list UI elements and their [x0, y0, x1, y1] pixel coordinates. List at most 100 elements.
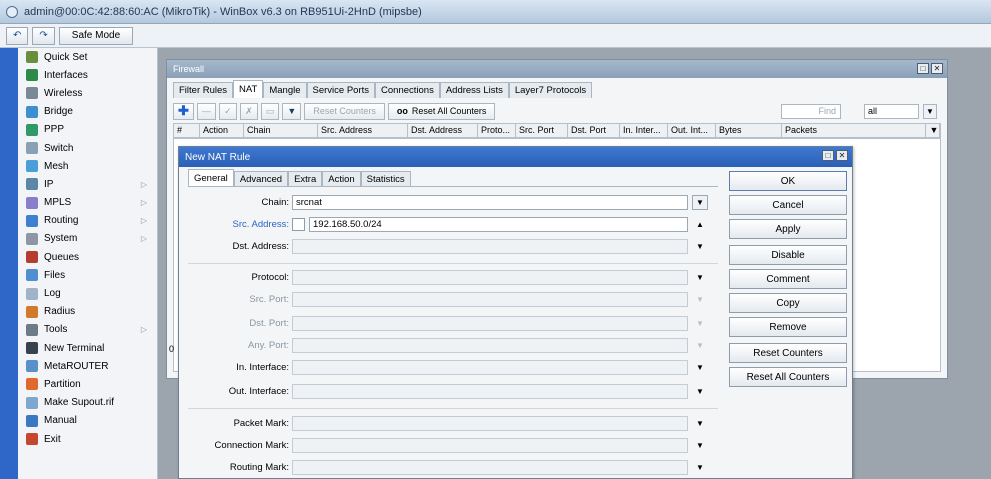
find-input[interactable]: Find — [781, 103, 841, 119]
reset-all-counters-button[interactable]: oo Reset All Counters — [387, 102, 496, 120]
tab-nat[interactable]: NAT — [233, 80, 264, 98]
column-header[interactable]: Proto... — [478, 124, 516, 137]
sidebar-item-ip[interactable]: IP ▷ — [18, 175, 157, 193]
nat-rule-title-bar[interactable]: New NAT Rule □ ✕ — [179, 147, 852, 167]
filter-button[interactable]: ▼ — [282, 102, 302, 120]
tab-layer7-protocols[interactable]: Layer7 Protocols — [508, 82, 593, 98]
tab-advanced[interactable]: Advanced — [233, 171, 289, 186]
src-address-label[interactable]: Src. Address: — [188, 217, 290, 233]
column-header[interactable]: # — [174, 124, 200, 137]
expand-down-icon[interactable]: ▼ — [692, 239, 708, 254]
sidebar-item-make-supout-rif[interactable]: Make Supout.rif — [18, 394, 157, 412]
copy-button[interactable]: Copy — [729, 293, 847, 313]
column-header[interactable]: Dst. Address — [408, 124, 478, 137]
tab-address-lists[interactable]: Address Lists — [439, 82, 509, 98]
sidebar-item-interfaces[interactable]: Interfaces — [18, 66, 157, 84]
expand-down-icon[interactable]: ▼ — [692, 460, 708, 475]
column-header[interactable]: Action — [200, 124, 244, 137]
close-icon[interactable]: ✕ — [836, 150, 848, 161]
sidebar-item-exit[interactable]: Exit — [18, 430, 157, 448]
column-header[interactable]: Chain — [244, 124, 318, 137]
firewall-title-bar[interactable]: Firewall □ ✕ — [167, 60, 947, 78]
sidebar-item-new-terminal[interactable]: New Terminal — [18, 339, 157, 357]
sidebar-item-metarouter[interactable]: MetaROUTER — [18, 357, 157, 375]
sidebar-item-switch[interactable]: Switch — [18, 139, 157, 157]
src-address-negate-checkbox[interactable] — [292, 218, 305, 231]
sidebar-item-mesh[interactable]: Mesh — [18, 157, 157, 175]
column-header[interactable]: Src. Port — [516, 124, 568, 137]
radius-icon — [26, 305, 38, 318]
cancel-button[interactable]: Cancel — [729, 195, 847, 215]
comment-rule-button[interactable]: ▭ — [260, 102, 280, 120]
filter-dropdown-icon[interactable]: ▼ — [923, 103, 937, 119]
sidebar-item-ppp[interactable]: PPP — [18, 121, 157, 139]
comment-button[interactable]: Comment — [729, 269, 847, 289]
routing-mark-field[interactable] — [292, 460, 688, 475]
reset-counters-button[interactable]: Reset Counters — [304, 102, 385, 120]
sidebar-item-mpls[interactable]: MPLS ▷ — [18, 194, 157, 212]
add-rule-button[interactable]: ✚ — [173, 102, 194, 120]
undo-button[interactable]: ↶ — [6, 26, 29, 45]
sidebar-item-label: New Terminal — [44, 342, 105, 354]
remove-button[interactable]: Remove — [729, 317, 847, 337]
restore-icon[interactable]: □ — [822, 150, 834, 161]
sidebar-item-quick-set[interactable]: Quick Set — [18, 48, 157, 66]
connection-mark-field[interactable] — [292, 438, 688, 453]
column-header[interactable]: Out. Int... — [668, 124, 716, 137]
expand-down-icon[interactable]: ▼ — [692, 416, 708, 431]
sidebar-item-queues[interactable]: Queues — [18, 248, 157, 266]
sidebar-menu: Quick Set Interfaces Wireless Bridge PPP Swit… — [18, 48, 158, 479]
sidebar-item-bridge[interactable]: Bridge — [18, 103, 157, 121]
sidebar-item-files[interactable]: Files — [18, 266, 157, 284]
src-address-field[interactable]: 192.168.50.0/24 — [309, 217, 688, 232]
restore-icon[interactable]: □ — [917, 63, 929, 74]
sidebar-item-radius[interactable]: Radius — [18, 303, 157, 321]
close-icon[interactable]: ✕ — [931, 63, 943, 74]
expand-down-icon[interactable]: ▼ — [692, 384, 708, 399]
chain-dropdown-icon[interactable]: ▼ — [692, 195, 708, 210]
disable-button[interactable]: Disable — [729, 245, 847, 265]
tab-mangle[interactable]: Mangle — [263, 82, 307, 98]
column-header[interactable]: In. Inter... — [620, 124, 668, 137]
packet-mark-field[interactable] — [292, 416, 688, 431]
column-header[interactable]: Packets — [782, 124, 926, 137]
dst-address-field[interactable] — [292, 239, 688, 254]
tab-service-ports[interactable]: Service Ports — [306, 82, 376, 98]
reset-all-counters-button[interactable]: Reset All Counters — [729, 367, 847, 387]
tab-extra[interactable]: Extra — [288, 171, 323, 186]
sidebar-item-label: MPLS — [44, 197, 72, 209]
tab-general[interactable]: General — [188, 169, 234, 186]
sidebar-item-wireless[interactable]: Wireless — [18, 84, 157, 102]
column-header[interactable]: Src. Address — [318, 124, 408, 137]
collapse-up-icon[interactable]: ▲ — [692, 217, 708, 232]
column-header[interactable]: Bytes — [716, 124, 782, 137]
tab-filter-rules[interactable]: Filter Rules — [173, 82, 234, 98]
ok-button[interactable]: OK — [729, 171, 847, 191]
expand-down-icon[interactable]: ▼ — [692, 438, 708, 453]
redo-button[interactable]: ↷ — [32, 26, 55, 45]
chain-field[interactable]: srcnat — [292, 195, 688, 210]
filter-select[interactable]: all — [864, 103, 919, 119]
protocol-field[interactable] — [292, 270, 688, 285]
in-interface-field[interactable] — [292, 360, 688, 375]
tab-action[interactable]: Action — [322, 171, 361, 186]
sidebar-item-partition[interactable]: Partition — [18, 375, 157, 393]
sidebar-item-manual[interactable]: Manual — [18, 412, 157, 430]
column-header[interactable]: Dst. Port — [568, 124, 620, 137]
expand-down-icon[interactable]: ▼ — [692, 270, 708, 285]
expand-down-icon[interactable]: ▼ — [692, 360, 708, 375]
remove-rule-button[interactable]: — — [196, 102, 216, 120]
sidebar-item-system[interactable]: System ▷ — [18, 230, 157, 248]
apply-button[interactable]: Apply — [729, 219, 847, 239]
tab-statistics[interactable]: Statistics — [360, 171, 411, 186]
safe-mode-button[interactable]: Safe Mode — [58, 26, 134, 45]
reset-counters-button[interactable]: Reset Counters — [729, 343, 847, 363]
out-interface-field[interactable] — [292, 384, 688, 399]
disable-rule-button[interactable]: ✗ — [239, 102, 258, 120]
sidebar-item-log[interactable]: Log — [18, 284, 157, 302]
columns-dropdown-icon[interactable]: ▼ — [926, 124, 940, 137]
sidebar-item-routing[interactable]: Routing ▷ — [18, 212, 157, 230]
sidebar-item-tools[interactable]: Tools ▷ — [18, 321, 157, 339]
tab-connections[interactable]: Connections — [375, 82, 440, 98]
enable-rule-button[interactable]: ✓ — [218, 102, 237, 120]
